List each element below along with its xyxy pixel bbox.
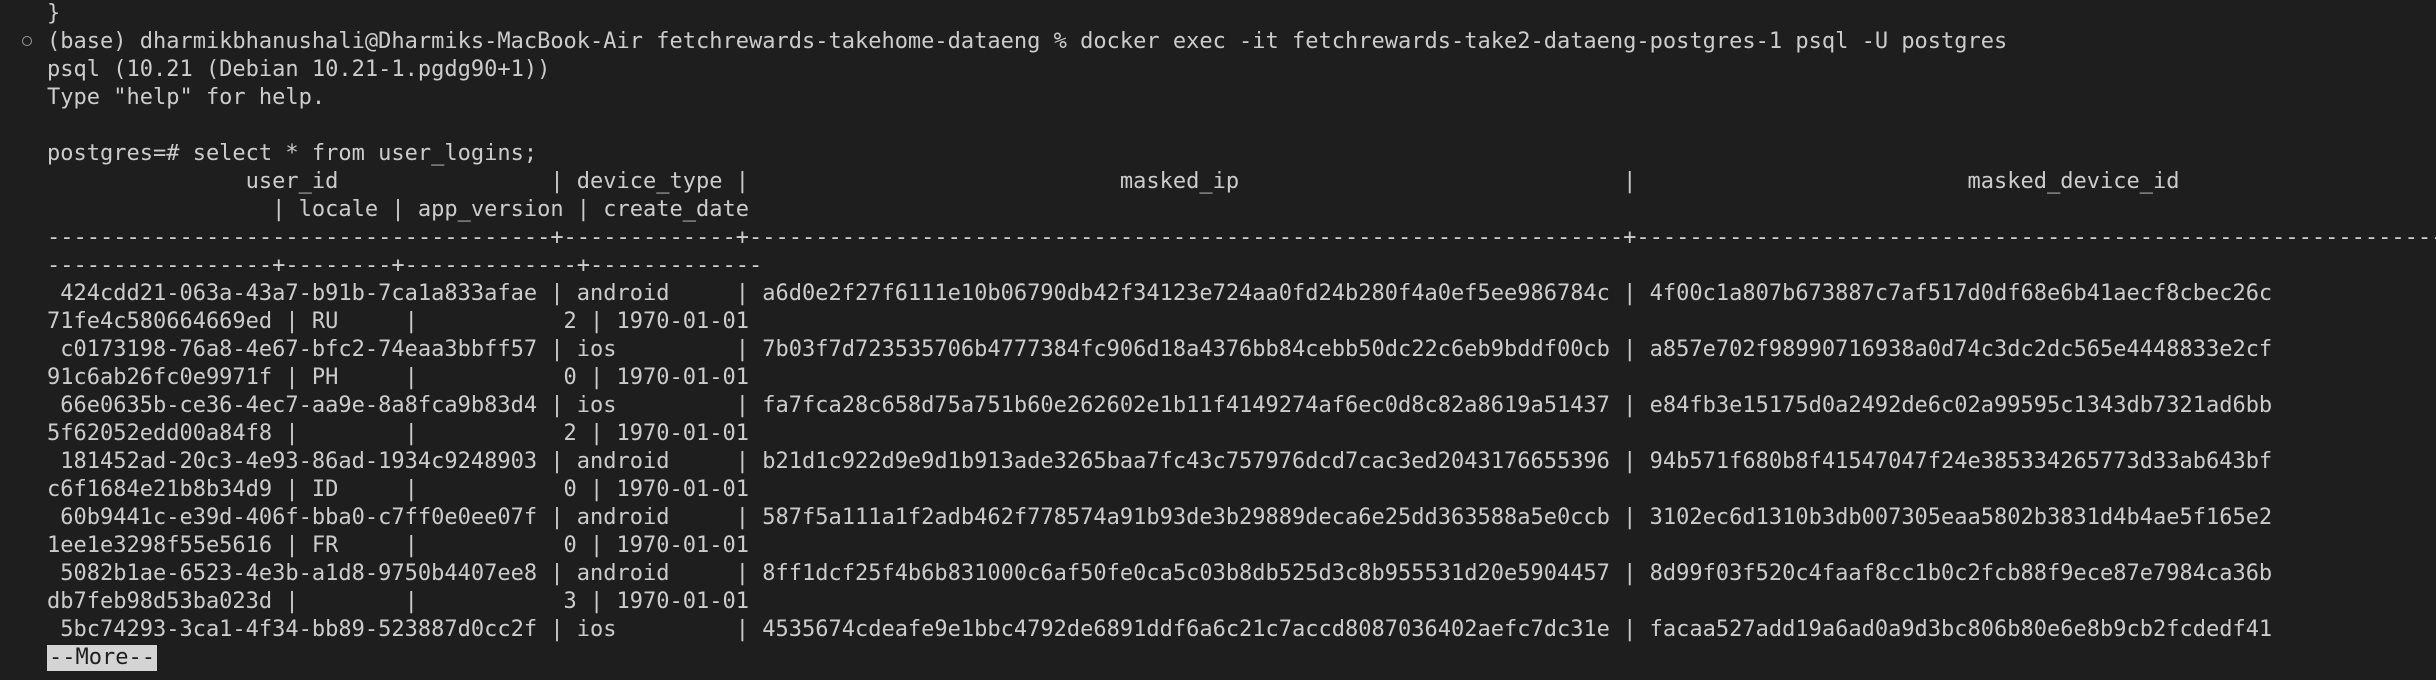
terminal-line: --More-- [0, 644, 2436, 672]
command-line: (base) dharmikbhanushali@Dharmiks-MacBoo… [47, 29, 2008, 54]
terminal-output[interactable]: } (base) dharmikbhanushali@Dharmiks-MacB… [0, 0, 2436, 680]
terminal-line: (base) dharmikbhanushali@Dharmiks-MacBoo… [0, 28, 2436, 56]
table-row: 5082b1ae-6523-4e3b-a1d8-9750b4407ee8 | a… [47, 561, 2273, 586]
table-row: 5bc74293-3ca1-4f34-bb89-523887d0cc2f | i… [47, 617, 2273, 642]
table-row: 66e0635b-ce36-4ec7-aa9e-8a8fca9b83d4 | i… [47, 393, 2273, 418]
table-row: 71fe4c580664669ed | RU | 2 | 1970-01-01 [47, 309, 749, 334]
table-row: 5f62052edd00a84f8 | | 2 | 1970-01-01 [47, 421, 749, 446]
terminal-line: psql (10.21 (Debian 10.21-1.pgdg90+1)) [47, 57, 551, 82]
pager-more-prompt[interactable]: --More-- [47, 645, 157, 671]
table-row: 181452ad-20c3-4e93-86ad-1934c9248903 | a… [47, 449, 2273, 474]
table-separator: --------------------------------------+-… [47, 225, 2436, 250]
table-row: c0173198-76a8-4e67-bfc2-74eaa3bbff57 | i… [47, 337, 2273, 362]
table-header: user_id | device_type | masked_ip | mask… [47, 169, 2180, 194]
table-header: | locale | app_version | create_date [47, 197, 749, 222]
terminal-line: } [47, 1, 61, 26]
table-row: 1ee1e3298f55e5616 | FR | 0 | 1970-01-01 [47, 533, 749, 558]
table-row: db7feb98d53ba023d | | 3 | 1970-01-01 [47, 589, 749, 614]
terminal-line: postgres=# select * from user_logins; [47, 141, 538, 166]
table-row: 91c6ab26fc0e9971f | PH | 0 | 1970-01-01 [47, 365, 749, 390]
table-row: 60b9441c-e39d-406f-bba0-c7ff0e0ee07f | a… [47, 505, 2273, 530]
command-status-circle-icon[interactable] [22, 36, 32, 46]
table-row: c6f1684e21b8b34d9 | ID | 0 | 1970-01-01 [47, 477, 749, 502]
terminal-line: Type "help" for help. [47, 85, 326, 110]
table-separator: -----------------+--------+-------------… [47, 253, 763, 278]
table-row: 424cdd21-063a-43a7-b91b-7ca1a833afae | a… [47, 281, 2273, 306]
